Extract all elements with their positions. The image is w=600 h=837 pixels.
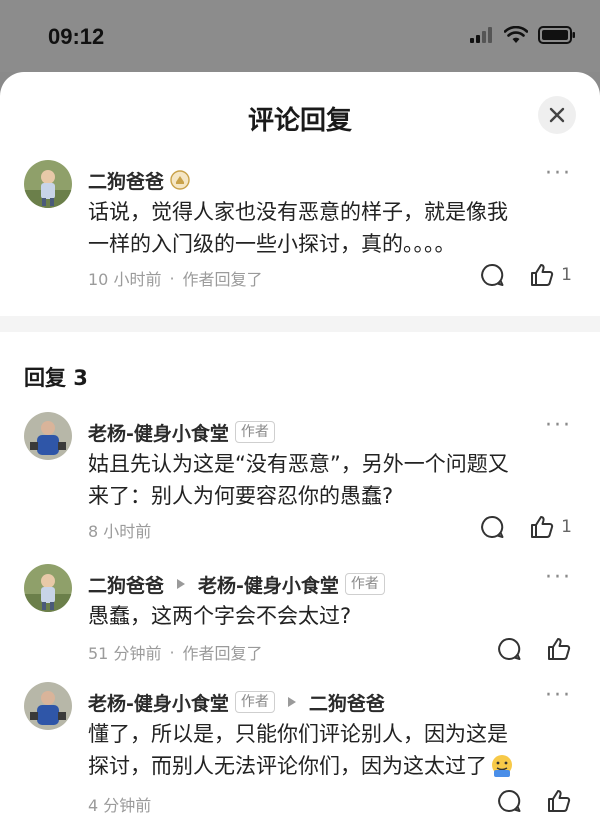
close-button[interactable] bbox=[538, 96, 576, 134]
more-icon[interactable]: ··· bbox=[545, 685, 572, 707]
author-tag: 作者 bbox=[234, 421, 275, 443]
reply-to-username[interactable]: 老杨-健身小食堂 bbox=[198, 571, 339, 598]
like-button[interactable]: 1 bbox=[529, 514, 572, 540]
replies-header: 回复 3 bbox=[24, 366, 88, 390]
comment-text: 愚蠢，这两个字会不会太过? bbox=[88, 600, 578, 632]
main-comment: 二狗爸爸 ··· 话说，觉得人家也没有恶意的样子，就是像我 一样的入门级的一些小… bbox=[0, 160, 600, 310]
separator: · bbox=[169, 268, 175, 288]
comment-text-line: 一样的入门级的一些小探讨，真的。。。。 bbox=[88, 232, 456, 256]
comment-actions: 1 bbox=[479, 514, 572, 540]
comment-time: 4 分钟前 bbox=[88, 796, 152, 815]
more-icon[interactable]: ··· bbox=[545, 163, 572, 185]
like-count: 1 bbox=[561, 517, 572, 537]
author-tag: 作者 bbox=[344, 573, 385, 595]
like-icon bbox=[531, 264, 554, 286]
comment-text-line-wrap: 探讨，而别人无法评论你们，因为这太过了 bbox=[88, 750, 578, 782]
comment-meta: 10 小时前 · 作者回复了 bbox=[88, 266, 263, 290]
status-icons bbox=[470, 26, 576, 44]
like-button[interactable]: 1 bbox=[529, 262, 572, 288]
signal-icon bbox=[470, 27, 492, 43]
more-icon[interactable]: ··· bbox=[545, 415, 572, 437]
comment-icon[interactable] bbox=[479, 262, 505, 288]
username[interactable]: 老杨-健身小食堂 bbox=[88, 689, 229, 716]
emoji-icon bbox=[492, 755, 512, 777]
username[interactable]: 二狗爸爸 bbox=[88, 167, 164, 194]
comment-text: 话说，觉得人家也没有恶意的样子，就是像我 一样的入门级的一些小探讨，真的。。。。 bbox=[88, 196, 578, 260]
arrow-right-icon bbox=[177, 579, 186, 589]
comment-actions bbox=[496, 788, 572, 814]
wifi-icon bbox=[504, 26, 528, 43]
comment-icon[interactable] bbox=[479, 514, 505, 540]
close-icon bbox=[549, 107, 565, 123]
reply-item: 二狗爸爸 老杨-健身小食堂 作者 ··· 愚蠢，这两个字会不会太过? 51 分钟… bbox=[0, 564, 600, 664]
comment-text-line: 姑且先认为这是“没有恶意”，另外一个问题又 bbox=[88, 452, 509, 476]
comment-header: 老杨-健身小食堂 作者 二狗爸爸 bbox=[88, 688, 385, 716]
comment-text-line: 话说，觉得人家也没有恶意的样子，就是像我 bbox=[88, 200, 508, 224]
author-tag: 作者 bbox=[234, 691, 275, 713]
status-bar: 09:12 bbox=[0, 0, 600, 72]
comment-meta: 51 分钟前 · 作者回复了 bbox=[88, 640, 263, 664]
like-button[interactable] bbox=[546, 788, 572, 814]
avatar[interactable] bbox=[24, 682, 72, 730]
more-icon[interactable]: ··· bbox=[545, 567, 572, 589]
comment-header: 二狗爸爸 老杨-健身小食堂 作者 bbox=[88, 570, 385, 598]
reply-item: 老杨-健身小食堂 作者 二狗爸爸 ··· 懂了，所以是，只能你们评论别人，因为这… bbox=[0, 682, 600, 822]
like-icon bbox=[548, 790, 571, 812]
badge-icon bbox=[170, 170, 190, 190]
like-count: 1 bbox=[561, 265, 572, 285]
author-replied-label: 作者回复了 bbox=[182, 644, 263, 663]
like-icon bbox=[548, 638, 571, 660]
comment-reply-sheet: 评论回复 二狗爸爸 ··· 话说，觉得人家也没有恶意的样子，就是像我 一样的入门… bbox=[0, 72, 600, 837]
comment-meta: 4 分钟前 bbox=[88, 792, 151, 816]
author-replied-label: 作者回复了 bbox=[182, 270, 263, 289]
sheet-title: 评论回复 bbox=[247, 106, 352, 136]
like-icon bbox=[531, 516, 554, 538]
avatar[interactable] bbox=[24, 412, 72, 460]
reply-to-username[interactable]: 二狗爸爸 bbox=[309, 689, 385, 716]
comment-text-line: 来了：别人为何要容忍你的愚蠢? bbox=[88, 484, 394, 508]
avatar[interactable] bbox=[24, 564, 72, 612]
username[interactable]: 老杨-健身小食堂 bbox=[88, 419, 229, 446]
comment-time: 51 分钟前 bbox=[88, 644, 162, 663]
comment-text-line: 探讨，而别人无法评论你们，因为这太过了 bbox=[88, 754, 487, 778]
comment-meta: 8 小时前 bbox=[88, 518, 151, 542]
battery-icon bbox=[538, 26, 575, 44]
comment-header: 老杨-健身小食堂 作者 bbox=[88, 418, 275, 446]
comment-text-line: 愚蠢，这两个字会不会太过? bbox=[88, 604, 352, 628]
comment-header: 二狗爸爸 bbox=[88, 166, 190, 194]
status-time: 09:12 bbox=[48, 24, 105, 49]
comment-icon[interactable] bbox=[496, 788, 522, 814]
avatar[interactable] bbox=[24, 160, 72, 208]
comment-text: 懂了，所以是，只能你们评论别人，因为这是 探讨，而别人无法评论你们，因为这太过了 bbox=[88, 718, 578, 782]
comment-icon[interactable] bbox=[496, 636, 522, 662]
comment-actions: 1 bbox=[479, 262, 572, 288]
comment-text-line: 懂了，所以是，只能你们评论别人，因为这是 bbox=[88, 722, 508, 746]
section-divider bbox=[0, 316, 600, 332]
comment-time: 8 小时前 bbox=[88, 522, 152, 541]
separator: · bbox=[169, 642, 175, 662]
comment-time: 10 小时前 bbox=[88, 270, 162, 289]
arrow-right-icon bbox=[287, 697, 296, 707]
like-button[interactable] bbox=[546, 636, 572, 662]
comment-text: 姑且先认为这是“没有恶意”，另外一个问题又 来了：别人为何要容忍你的愚蠢? bbox=[88, 448, 578, 512]
reply-item: 老杨-健身小食堂 作者 ··· 姑且先认为这是“没有恶意”，另外一个问题又 来了… bbox=[0, 412, 600, 542]
comment-actions bbox=[496, 636, 572, 662]
username[interactable]: 二狗爸爸 bbox=[88, 571, 164, 598]
